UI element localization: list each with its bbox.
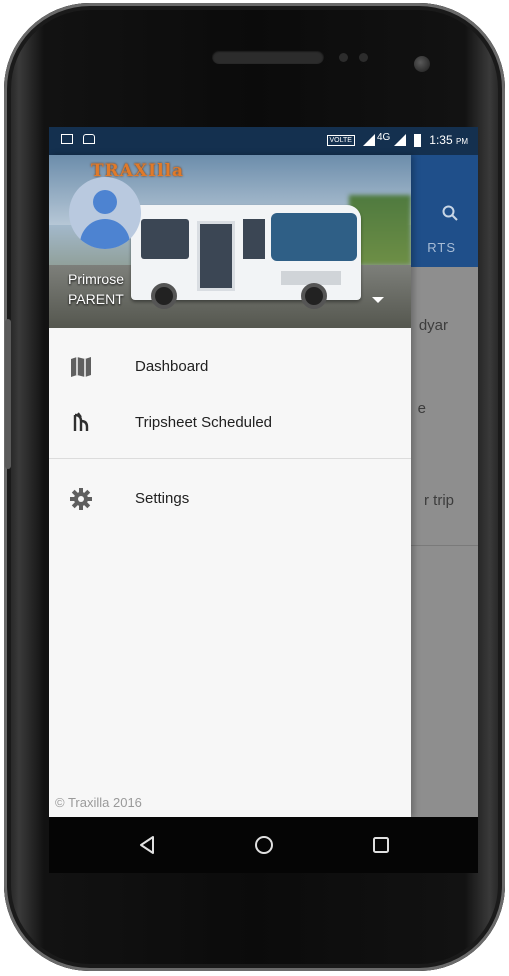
list-item[interactable]: r trip <box>424 492 454 509</box>
message-icon <box>61 134 73 144</box>
navigation-drawer: TRAXIlla Primrose PARENT Dashboard Trips… <box>49 155 411 817</box>
search-icon[interactable] <box>442 205 458 226</box>
screen: VOLTE 4G 1:35 PM RTS dyar e r trip TRAXI… <box>49 127 478 817</box>
battery-icon <box>414 133 422 147</box>
clock: 1:35 PM <box>429 133 468 147</box>
list-item[interactable]: e <box>418 400 426 417</box>
front-camera <box>414 56 430 72</box>
drawer-header[interactable]: TRAXIlla Primrose PARENT <box>49 155 411 328</box>
network-type: 4G <box>376 131 391 143</box>
user-name: Primrose <box>68 271 125 287</box>
map-icon <box>69 355 93 379</box>
android-icon <box>83 134 95 144</box>
signal-icon <box>394 134 407 146</box>
bus-image <box>131 205 361 309</box>
menu-item-tripsheet[interactable]: Tripsheet Scheduled <box>49 399 411 447</box>
menu-item-dashboard[interactable]: Dashboard <box>49 343 411 391</box>
volume-button <box>5 319 11 469</box>
light-sensor <box>359 53 368 62</box>
menu-label-settings: Settings <box>135 490 190 507</box>
proximity-sensor <box>339 53 348 62</box>
menu-label-tripsheet: Tripsheet Scheduled <box>135 414 273 431</box>
system-nav-bar <box>49 817 478 873</box>
menu-divider <box>49 458 411 459</box>
back-icon[interactable] <box>135 833 159 857</box>
menu-label-dashboard: Dashboard <box>135 358 209 375</box>
signal-icon <box>362 134 375 146</box>
avatar[interactable] <box>69 177 141 249</box>
tab-students[interactable]: RTS <box>427 240 456 255</box>
tripsheet-icon <box>69 411 93 435</box>
home-icon[interactable] <box>252 833 276 857</box>
user-role: PARENT <box>68 291 124 307</box>
status-bar: VOLTE 4G 1:35 PM <box>49 127 478 155</box>
gear-icon <box>69 487 93 511</box>
copyright-footer: © Traxilla 2016 <box>55 795 142 810</box>
account-dropdown-icon[interactable] <box>372 297 384 303</box>
menu-item-settings[interactable]: Settings <box>49 475 411 523</box>
earpiece-speaker <box>212 50 324 64</box>
recents-icon[interactable] <box>369 833 393 857</box>
volte-badge: VOLTE <box>326 134 355 146</box>
list-item[interactable]: dyar <box>419 317 448 334</box>
